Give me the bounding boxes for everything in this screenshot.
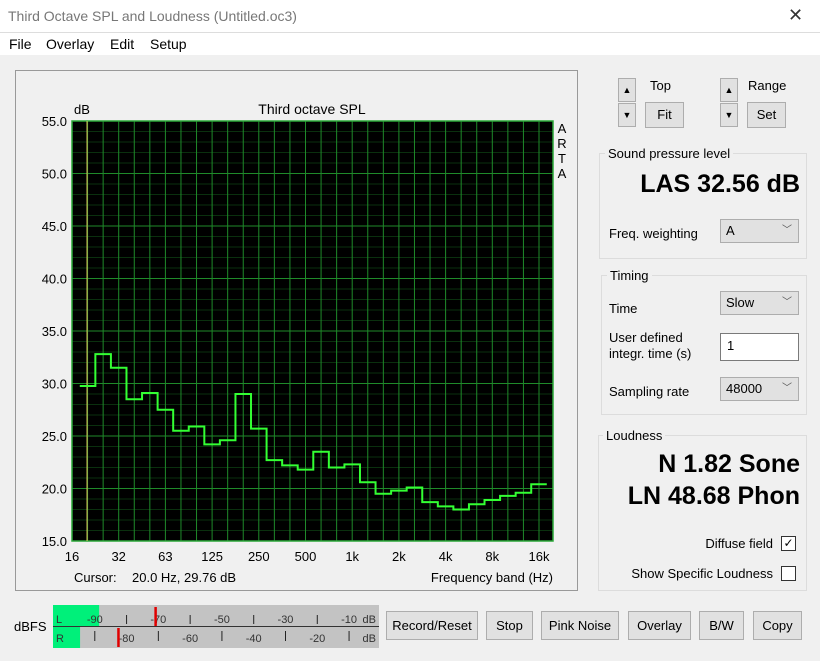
stop-button[interactable]: Stop [486, 611, 533, 640]
integr-label-1: User defined [609, 330, 683, 345]
dbfs-label: dBFS [14, 619, 47, 634]
rate-value: 48000 [726, 381, 763, 396]
specific-checkbox[interactable] [781, 566, 796, 581]
x-tick-label: 8k [485, 549, 499, 564]
y-tick-label: 50.0 [42, 167, 67, 182]
y-tick-label: 35.0 [42, 324, 67, 339]
meter-tick-label: -80 [119, 633, 135, 645]
close-icon[interactable]: ✕ [788, 5, 803, 26]
meter-tick-label: -90 [87, 614, 103, 626]
loudness-group-label: Loudness [603, 428, 666, 443]
y-tick-label: 20.0 [42, 482, 67, 497]
set-button[interactable]: Set [747, 102, 786, 128]
meter-tick-label: -50 [214, 614, 230, 626]
x-tick-label: 125 [201, 549, 223, 564]
meter-unit: dB [363, 614, 376, 626]
y-axis-label: dB [74, 102, 90, 117]
copy-button[interactable]: Copy [753, 611, 802, 640]
meter-tick-label: -70 [150, 614, 166, 626]
meter-tick-label: -40 [246, 633, 262, 645]
diffuse-label: Diffuse field [705, 536, 773, 551]
specific-label: Show Specific Loudness [631, 566, 773, 581]
weighting-select[interactable]: A ﹀ [720, 219, 799, 243]
y-tick-label: 25.0 [42, 429, 67, 444]
integr-label-2: integr. time (s) [609, 346, 692, 361]
meter-tick-label: -30 [278, 614, 294, 626]
meter-right-label: R [56, 633, 64, 645]
timing-group-label: Timing [607, 268, 652, 283]
sone-value: N 1.82 Sone [658, 450, 800, 478]
rate-select[interactable]: 48000 ﹀ [720, 377, 799, 401]
y-tick-label: 45.0 [42, 219, 67, 234]
y-tick-label: 15.0 [42, 534, 67, 549]
x-tick-label: 32 [111, 549, 125, 564]
spl-chart[interactable]: 55.0 50.0 45.0 40.0 35.0 30.0 25.0 20.0 15.016 32… [0, 0, 600, 600]
left-peak-marker [154, 607, 157, 626]
arta-label: ARTA [557, 121, 567, 181]
x-tick-label: 16k [529, 549, 550, 564]
time-label: Time [609, 301, 638, 316]
cursor-value: 20.0 Hz, 29.76 dB [132, 570, 236, 585]
top-up-button[interactable]: ▲ [618, 78, 636, 102]
fit-button[interactable]: Fit [645, 102, 684, 128]
top-down-button[interactable]: ▼ [618, 103, 636, 127]
chart-title: Third octave SPL [258, 101, 366, 117]
pink-noise-button[interactable]: Pink Noise [541, 611, 619, 640]
time-select[interactable]: Slow ﹀ [720, 291, 799, 315]
level-meter: LR -90 -70 -50 -30 -10 -80 -60 -40 -20 dB dB [53, 605, 379, 648]
x-tick-label: 2k [392, 549, 406, 564]
check-icon: ✓ [783, 536, 794, 550]
x-tick-label: 250 [248, 549, 270, 564]
record-reset-button[interactable]: Record/Reset [386, 611, 478, 640]
y-tick-label: 30.0 [42, 377, 67, 392]
integr-time-input[interactable]: 1 [720, 333, 799, 361]
x-tick-label: 500 [295, 549, 317, 564]
y-tick-label: 40.0 [42, 272, 67, 287]
spl-group [599, 153, 807, 259]
time-value: Slow [726, 295, 755, 310]
meter-left-label: L [56, 614, 62, 626]
diffuse-checkbox[interactable]: ✓ [781, 536, 796, 551]
meter-tick-label: -10 [341, 614, 357, 626]
range-up-button[interactable]: ▲ [720, 78, 738, 102]
x-axis-label: Frequency band (Hz) [431, 570, 553, 585]
x-tick-label: 16 [65, 549, 79, 564]
rate-label: Sampling rate [609, 384, 690, 399]
top-label: Top [650, 78, 671, 93]
phon-value: LN 48.68 Phon [627, 482, 800, 510]
bw-button[interactable]: B/W [699, 611, 744, 640]
cursor-label: Cursor: [74, 570, 117, 585]
meter-tick-label: -20 [309, 633, 325, 645]
chevron-down-icon: ﹀ [782, 383, 792, 394]
weighting-value: A [726, 223, 735, 238]
spl-value: LAS 32.56 dB [640, 170, 800, 198]
chevron-down-icon: ﹀ [782, 225, 792, 236]
y-tick-label: 55.0 [42, 114, 67, 129]
weighting-label: Freq. weighting [609, 226, 698, 241]
right-peak-marker [117, 628, 120, 647]
range-label: Range [748, 78, 787, 93]
chevron-down-icon: ﹀ [782, 297, 792, 308]
spl-group-label: Sound pressure level [605, 146, 734, 161]
x-tick-label: 1k [345, 549, 359, 564]
overlay-button[interactable]: Overlay [628, 611, 691, 640]
range-down-button[interactable]: ▼ [720, 103, 738, 127]
meter-tick-label: -60 [182, 633, 198, 645]
x-tick-label: 63 [158, 549, 172, 564]
x-tick-label: 4k [439, 549, 453, 564]
meter-unit: dB [363, 633, 376, 645]
